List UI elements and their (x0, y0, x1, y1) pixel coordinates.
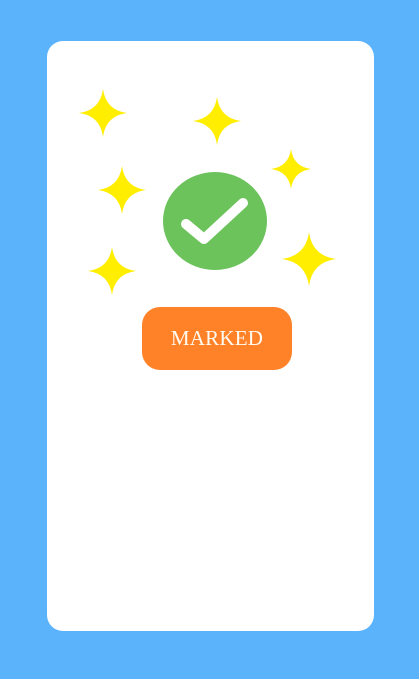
check-icon (181, 198, 248, 244)
sparkle-icon (98, 166, 146, 214)
marked-button[interactable]: MARKED (142, 307, 292, 370)
sparkle-icon (193, 97, 241, 145)
sparkle-icon (88, 247, 136, 295)
sparkle-icon (282, 232, 336, 286)
sparkle-icon (79, 89, 127, 137)
success-badge (163, 172, 267, 270)
sparkle-icon (271, 149, 311, 189)
status-card: MARKED (47, 41, 374, 631)
